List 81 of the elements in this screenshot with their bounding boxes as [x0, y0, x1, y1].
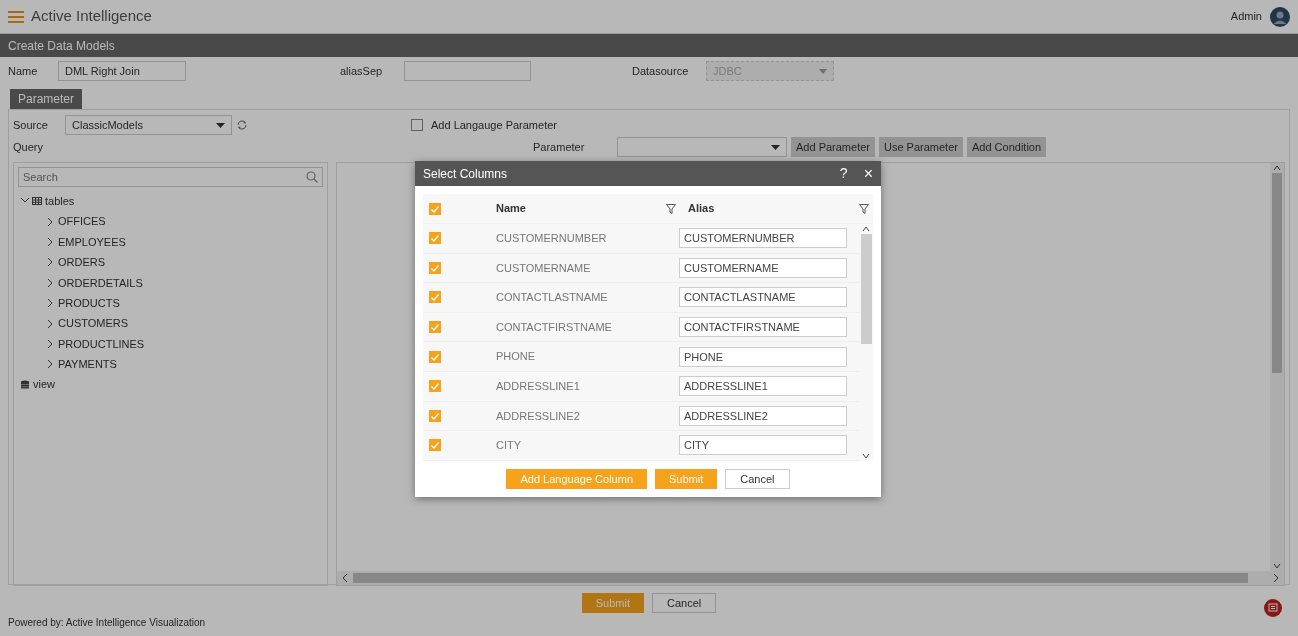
close-button[interactable]: × [863, 161, 873, 186]
column-name: CONTACTLASTNAME [496, 290, 609, 306]
checkbox[interactable] [411, 119, 423, 131]
tree-item[interactable]: PAYMENTS [58, 356, 117, 373]
vertical-scrollbar[interactable] [1270, 163, 1284, 571]
cancel-button[interactable]: Cancel [725, 468, 790, 489]
checkbox[interactable] [429, 232, 441, 245]
filter-icon[interactable] [859, 203, 869, 214]
input-field[interactable]: DML Right Join [58, 61, 186, 81]
chevron-up-icon[interactable] [862, 224, 870, 234]
cancel-button[interactable]: Cancel [652, 593, 717, 613]
checkbox[interactable] [429, 350, 441, 363]
alias-field[interactable]: PHONE [679, 346, 847, 367]
vertical-scrollbar[interactable] [859, 224, 873, 461]
source-label: Source [13, 117, 49, 133]
alias-field[interactable]: CUSTOMERNUMBER [679, 228, 847, 249]
query-label: Query [13, 139, 44, 155]
tree-item[interactable]: tables [45, 192, 75, 210]
alias-field[interactable]: ADDRESSLINE1 [679, 376, 847, 397]
checkbox[interactable] [429, 202, 441, 215]
checkbox[interactable] [429, 409, 441, 422]
alias-field[interactable]: CUSTOMERNAME [679, 257, 847, 278]
dialog-title: Select Columns [423, 165, 509, 183]
checkbox[interactable] [429, 291, 441, 304]
help-button[interactable]: ? [839, 163, 848, 184]
horizontal-scrollbar[interactable] [337, 571, 1284, 585]
footer-text: Powered by: Active Intelligence Visualization [8, 615, 206, 630]
tree-item[interactable]: ORDERDETAILS [58, 274, 143, 291]
checkbox[interactable] [429, 380, 441, 393]
alias-field[interactable]: CONTACTFIRSTNAME [679, 317, 847, 338]
refresh-icon[interactable] [236, 119, 248, 131]
column-name: CUSTOMERNUMBER [496, 231, 608, 247]
alias-field[interactable]: CONTACTLASTNAME [679, 287, 847, 308]
column-name: ADDRESSLINE1 [496, 379, 581, 394]
caret-icon [819, 68, 827, 74]
search-icon[interactable] [306, 171, 318, 183]
tree-item[interactable]: PRODUCTS [58, 294, 120, 312]
checkbox[interactable] [429, 321, 441, 334]
user-name[interactable]: Admin [1230, 8, 1262, 25]
tree-item[interactable]: EMPLOYEES [58, 233, 126, 251]
tree-item[interactable]: view [33, 376, 55, 393]
caret-icon [771, 144, 780, 150]
table-icon [32, 196, 42, 207]
column-name: PHONE [496, 349, 537, 365]
parameter-button[interactable]: Use Parameter [879, 137, 963, 157]
column-name: CUSTOMERNAME [496, 260, 592, 276]
chevron-down-icon[interactable] [1273, 561, 1281, 571]
page-title: Create Data Models [0, 34, 1298, 57]
checkbox-label: Add Langauge Parameter [431, 117, 557, 133]
field-label: Name [8, 63, 39, 79]
alias-field[interactable]: ADDRESSLINE2 [679, 405, 847, 426]
chevron-right-icon[interactable] [1272, 573, 1280, 583]
source-select[interactable]: ClassicModels [65, 115, 232, 135]
app-title: Active Intelligence [31, 6, 153, 27]
input-field[interactable] [404, 61, 531, 81]
column-header: Alias [688, 201, 716, 217]
tree-item[interactable]: PRODUCTLINES [58, 335, 145, 353]
caret-icon [216, 122, 225, 128]
chat-icon[interactable] [1264, 599, 1282, 617]
field-label: Datasource [632, 63, 690, 79]
alias-field[interactable]: CITY [679, 435, 847, 456]
tree-item[interactable]: ORDERS [58, 254, 106, 271]
column-name: CONTACTFIRSTNAME [496, 319, 613, 335]
filter-icon[interactable] [666, 203, 676, 214]
tree-item[interactable]: CUSTOMERS [58, 315, 129, 332]
search-field[interactable]: Search [18, 167, 323, 187]
parameter-button[interactable]: Add Parameter [791, 137, 875, 157]
column-name: CITY [496, 438, 523, 454]
parameter-label: Parameter [533, 139, 586, 155]
database-icon [20, 379, 30, 390]
checkbox[interactable] [429, 439, 441, 452]
column-header: Name [496, 201, 527, 217]
parameter-button[interactable]: Add Condition [966, 137, 1047, 157]
checkbox[interactable] [429, 261, 441, 274]
chevron-left-icon[interactable] [341, 573, 349, 583]
field-label: aliasSep [340, 63, 384, 79]
parameter-tab[interactable]: Parameter [10, 89, 83, 109]
avatar-icon[interactable] [1270, 6, 1290, 27]
tree-item[interactable]: OFFICES [58, 213, 106, 230]
chevron-up-icon[interactable] [1273, 163, 1281, 173]
column-name: ADDRESSLINE2 [496, 408, 581, 424]
